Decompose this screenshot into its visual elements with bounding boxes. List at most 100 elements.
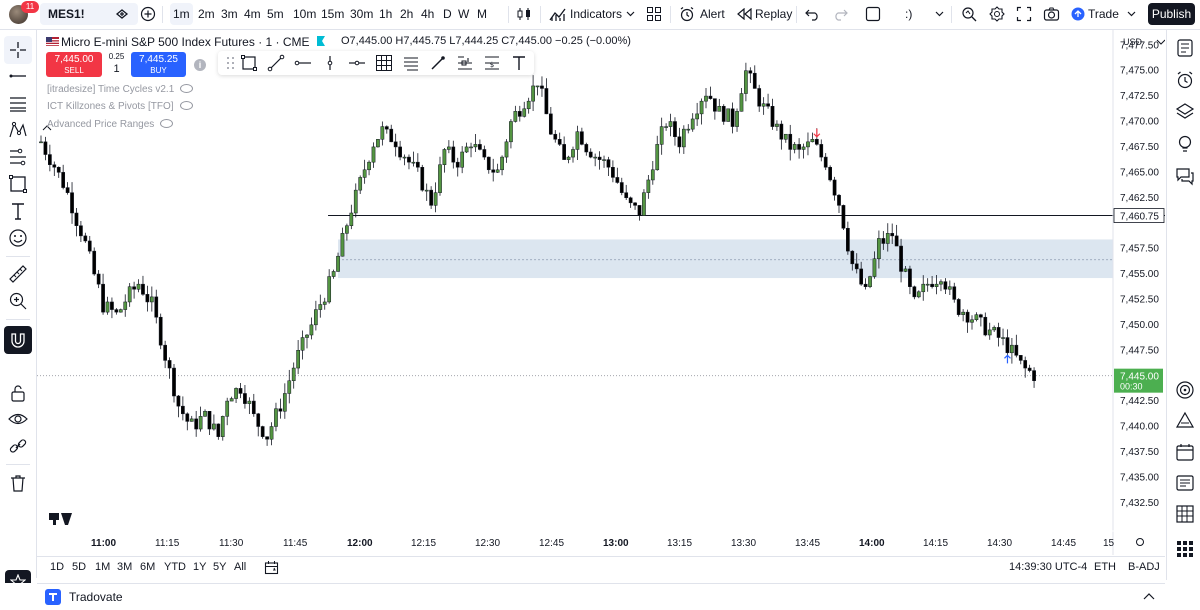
ideas-icon[interactable]	[1175, 134, 1195, 154]
interval-w[interactable]: W	[455, 3, 472, 25]
pine-icon[interactable]	[1175, 411, 1195, 431]
range-1m[interactable]: 1M	[95, 561, 110, 573]
price-range-icon[interactable]: $	[483, 54, 501, 72]
ruler-icon[interactable]	[8, 264, 28, 284]
notifications-icon[interactable]	[1175, 473, 1195, 493]
add-symbol-icon[interactable]	[115, 8, 129, 20]
alert-clock-icon[interactable]	[679, 6, 695, 22]
interval-m[interactable]: M	[474, 3, 490, 25]
trade-button[interactable]: Trade	[1088, 3, 1119, 25]
layouts-icon[interactable]	[646, 6, 662, 22]
long-position-icon[interactable]	[456, 54, 474, 72]
rectangle-tool-icon[interactable]	[240, 54, 258, 72]
undo-icon[interactable]	[805, 7, 820, 21]
interval-2m[interactable]: 2m	[195, 3, 218, 25]
range-3m[interactable]: 3M	[117, 561, 132, 573]
trend-line-icon[interactable]	[8, 66, 28, 86]
session-toggle[interactable]: ETH	[1094, 561, 1116, 573]
quick-search-icon[interactable]	[961, 6, 977, 22]
chevron-down-icon[interactable]	[626, 11, 635, 17]
interval-4m[interactable]: 4m	[241, 3, 264, 25]
symbol-search[interactable]: MES1!	[40, 3, 138, 25]
camera-icon[interactable]	[1043, 6, 1060, 22]
chart-legend-title[interactable]: Micro E-mini S&P 500 Index Futures · 1 ·…	[46, 35, 325, 49]
indicators-icon[interactable]	[549, 6, 566, 22]
fullscreen-box-icon[interactable]	[865, 6, 881, 22]
redo-icon[interactable]	[833, 7, 848, 21]
hidden-eye-icon[interactable]	[160, 119, 174, 128]
hidden-eye-icon[interactable]	[180, 84, 194, 93]
alert-button[interactable]: Alert	[700, 3, 725, 25]
drag-handle-icon[interactable]	[222, 54, 240, 72]
grid-menu-icon[interactable]	[1175, 539, 1195, 559]
pattern-icon[interactable]	[8, 120, 28, 140]
chevron-down-icon[interactable]	[1127, 11, 1136, 17]
grid-tool-icon[interactable]	[375, 54, 393, 72]
data-window-icon[interactable]	[1175, 504, 1195, 524]
indicator-price-ranges[interactable]: Advanced Price Ranges	[47, 118, 174, 130]
chart-canvas[interactable]: USD7,477.507,475.007,472.507,470.007,467…	[37, 30, 1165, 555]
compare-plus-icon[interactable]	[140, 6, 156, 22]
interval-15m[interactable]: 15m	[318, 3, 347, 25]
range-all[interactable]: All	[234, 561, 246, 573]
buy-button[interactable]: 7,445.25 BUY	[131, 52, 186, 77]
replay-icon[interactable]	[737, 8, 752, 20]
broker-panel-bar[interactable]: Tradovate	[37, 583, 1165, 610]
vertical-line-icon[interactable]	[321, 54, 339, 72]
publish-button[interactable]: Publish	[1148, 3, 1195, 25]
layers-icon[interactable]	[1175, 102, 1195, 122]
trendline-tool-icon[interactable]	[267, 54, 285, 72]
pen-tool-icon[interactable]	[429, 54, 447, 72]
chevron-up-icon[interactable]	[1143, 592, 1155, 600]
target-icon[interactable]	[1175, 380, 1195, 400]
emoji-icon[interactable]	[8, 228, 28, 248]
hidden-eye-icon[interactable]	[179, 101, 193, 110]
text-icon[interactable]	[8, 201, 28, 221]
chat-icon[interactable]	[1175, 166, 1195, 186]
interval-1h[interactable]: 1h	[376, 3, 395, 25]
watchlist-icon[interactable]	[1175, 38, 1195, 58]
emoji-button[interactable]: :)	[905, 3, 912, 25]
interval-4h[interactable]: 4h	[418, 3, 437, 25]
range-ytd[interactable]: YTD	[164, 561, 186, 573]
fullscreen-icon[interactable]	[1016, 6, 1032, 22]
calendar-icon[interactable]	[1175, 442, 1195, 462]
parallel-channel-icon[interactable]	[402, 54, 420, 72]
info-icon[interactable]: i	[194, 59, 206, 71]
magnet-icon[interactable]	[8, 330, 28, 350]
range-1d[interactable]: 1D	[50, 561, 64, 573]
sell-button[interactable]: 7,445.00 SELL	[46, 52, 102, 77]
interval-2h[interactable]: 2h	[397, 3, 416, 25]
interval-1m[interactable]: 1m	[170, 3, 193, 25]
interval-5m[interactable]: 5m	[264, 3, 287, 25]
interval-3m[interactable]: 3m	[218, 3, 241, 25]
settings-gear-icon[interactable]	[989, 6, 1005, 22]
link-icon[interactable]	[8, 436, 28, 456]
quantity-field[interactable]: 1	[104, 63, 129, 75]
candles-icon[interactable]	[516, 6, 532, 22]
interval-d[interactable]: D	[440, 3, 455, 25]
horizontal-line-icon[interactable]	[348, 54, 366, 72]
zoom-in-icon[interactable]	[8, 291, 28, 311]
price-zone[interactable]	[338, 239, 1113, 279]
indicator-killzones[interactable]: ICT Killzones & Pivots [TFO]	[47, 100, 193, 112]
indicators-button[interactable]: Indicators	[570, 3, 622, 25]
crosshair-icon[interactable]	[8, 40, 28, 60]
horizontal-ray-icon[interactable]	[294, 54, 312, 72]
trade-icon[interactable]	[1071, 7, 1085, 21]
geometric-shapes-icon[interactable]	[8, 174, 28, 194]
goto-date-icon[interactable]	[264, 560, 279, 575]
interval-10m[interactable]: 10m	[290, 3, 319, 25]
range-5y[interactable]: 5Y	[213, 561, 226, 573]
range-1y[interactable]: 1Y	[193, 561, 206, 573]
eye-icon[interactable]	[8, 409, 28, 429]
chevron-down-icon[interactable]	[935, 11, 944, 17]
alerts-clock-icon[interactable]	[1175, 70, 1195, 90]
range-5d[interactable]: 5D	[72, 561, 86, 573]
trash-icon[interactable]	[8, 473, 28, 493]
text-tool-icon[interactable]	[510, 54, 528, 72]
adjustment-toggle[interactable]: B-ADJ	[1128, 561, 1160, 573]
forecast-icon[interactable]	[8, 147, 28, 167]
replay-button[interactable]: Replay	[755, 3, 792, 25]
lock-icon[interactable]	[8, 383, 28, 403]
